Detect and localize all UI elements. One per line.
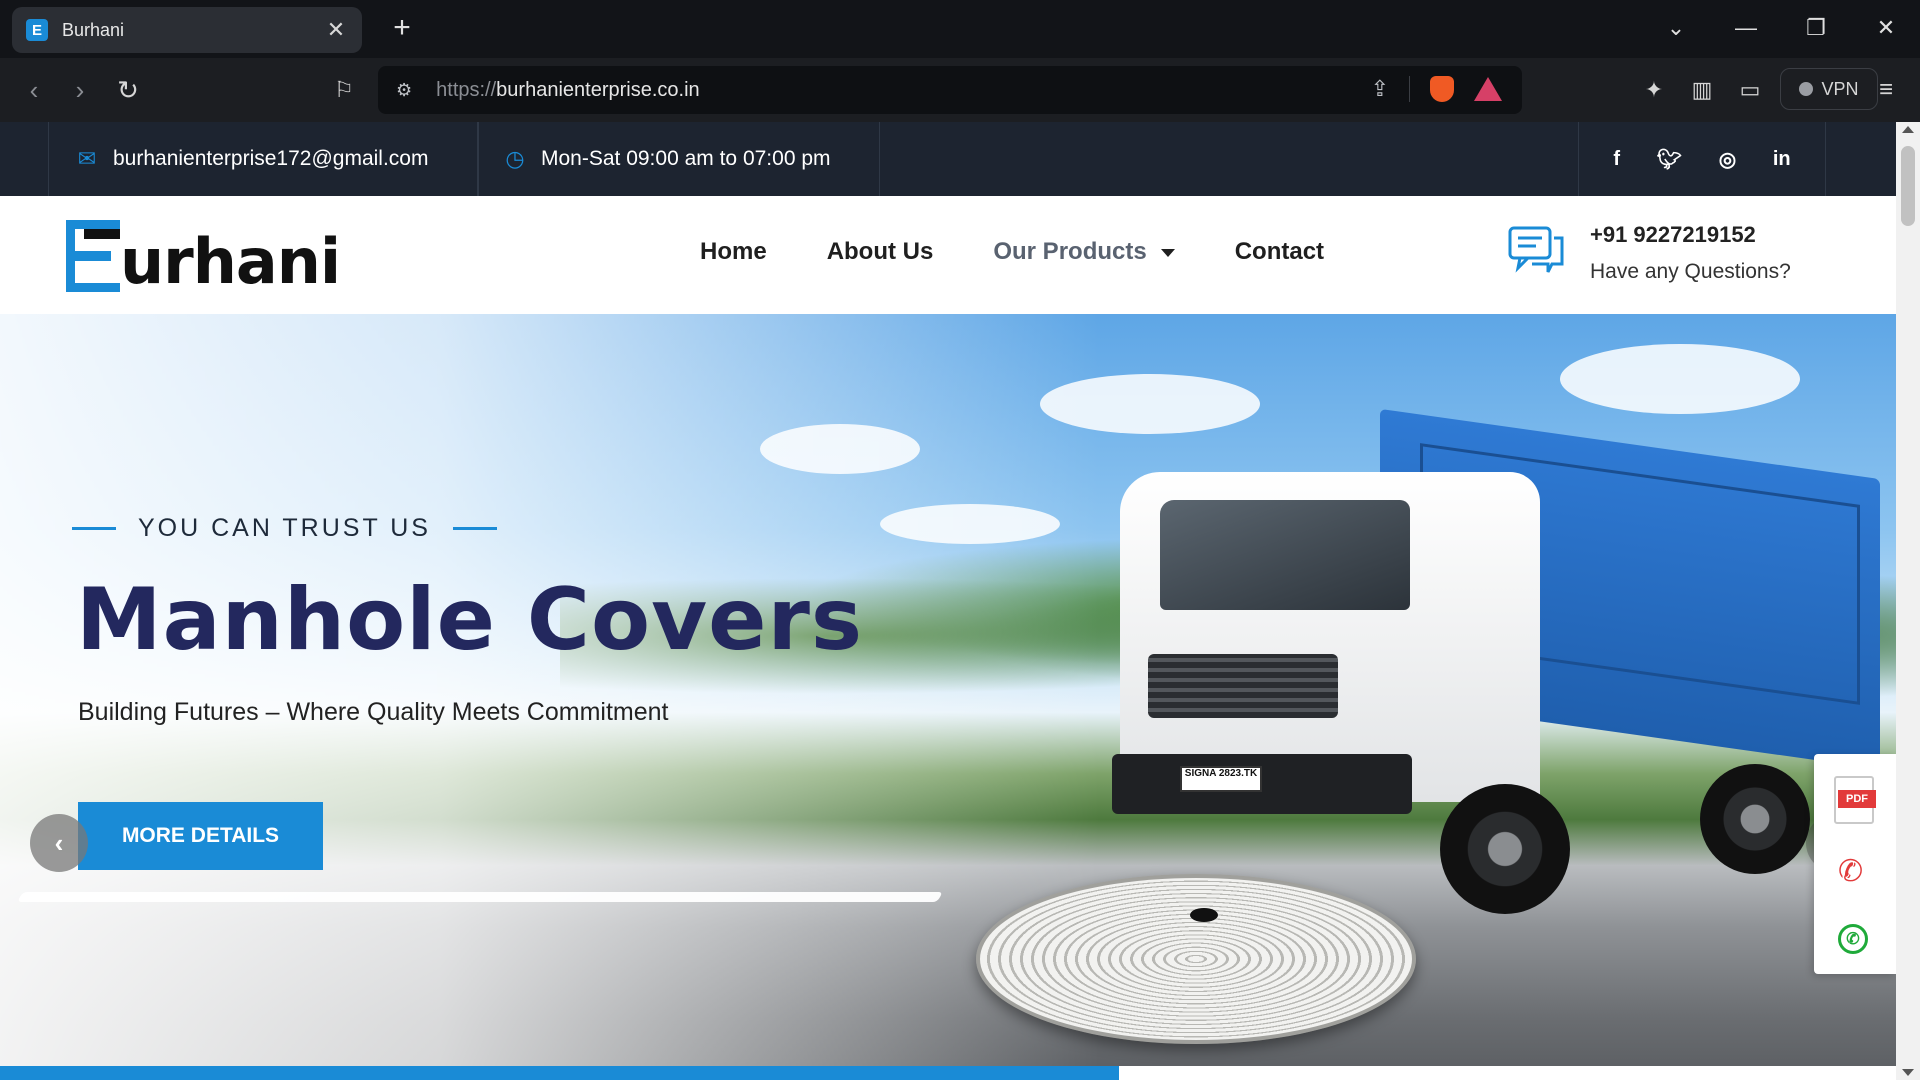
nav-contact[interactable]: Contact — [1235, 238, 1324, 266]
restore-icon[interactable]: ❐ — [1796, 8, 1836, 48]
header-phone[interactable]: +91 9227219152 — [1590, 222, 1756, 248]
truck-windshield — [1160, 500, 1410, 610]
vpn-button[interactable]: VPN — [1780, 68, 1878, 110]
main-nav: Home About Us Our Products Contact — [700, 238, 1324, 266]
truck-grille — [1148, 654, 1338, 718]
nav-our-products-label: Our Products — [993, 238, 1147, 265]
new-tab-icon[interactable]: + — [386, 13, 418, 45]
truck-bumper — [1112, 754, 1412, 814]
hours-text: Mon-Sat 09:00 am to 07:00 pm — [541, 147, 831, 170]
logo-mark-icon — [66, 220, 120, 292]
hero-overlay — [0, 314, 1100, 1080]
vpn-label: VPN — [1821, 78, 1859, 99]
pdf-label: PDF — [1838, 790, 1876, 808]
tab-search-chevron-icon[interactable]: ⌄ — [1656, 8, 1696, 48]
truck-wheel — [1700, 764, 1810, 874]
cloud-image — [1560, 344, 1800, 414]
slide-progress-bar — [0, 1066, 1896, 1080]
page-scrollbar[interactable] — [1896, 122, 1920, 1080]
chat-bubbles-icon — [1508, 226, 1564, 273]
brave-rewards-icon[interactable] — [1474, 77, 1502, 101]
sidebar-icon[interactable]: ▥ — [1684, 72, 1720, 108]
bookmark-icon[interactable]: ⚐ — [326, 72, 362, 108]
email-contact[interactable]: ✉ burhanienterprise172@gmail.com — [48, 122, 478, 196]
info-topbar: ✉ burhanienterprise172@gmail.com ◷ Mon-S… — [0, 122, 1896, 196]
more-details-button[interactable]: MORE DETAILS — [78, 802, 323, 870]
scroll-up-icon[interactable] — [1902, 126, 1914, 133]
manhole-keyhole — [1190, 908, 1218, 922]
chevron-down-icon — [1160, 248, 1175, 257]
url-host: burhanienterprise.co.in — [496, 78, 700, 101]
minimize-icon[interactable]: — — [1726, 8, 1766, 48]
site-header: urhani Home About Us Our Products Contac… — [0, 196, 1896, 314]
browser-tab-bar: E Burhani ✕ + ⌄ — ❐ ✕ — [0, 0, 1920, 58]
tab-title: Burhani — [62, 19, 125, 40]
hero-subtitle: Building Futures – Where Quality Meets C… — [78, 698, 669, 726]
nav-about-us[interactable]: About Us — [827, 238, 934, 266]
browser-toolbar: ‹ › ↻ ⚐ ⚙ https://burhanienterprise.co.i… — [0, 58, 1920, 122]
hero-title: Manhole Covers — [76, 570, 864, 670]
browser-tab[interactable]: E Burhani ✕ — [12, 7, 362, 53]
pdf-download-icon[interactable]: PDF — [1834, 776, 1876, 824]
linkedin-icon[interactable]: in — [1773, 148, 1791, 171]
hero-eyebrow: YOU CAN TRUST US — [72, 514, 497, 543]
eyebrow-line — [452, 527, 497, 530]
hero-slider: SIGNA 2823.TK YOU CAN TRUST US Manhole C… — [0, 314, 1896, 1080]
vpn-status-icon — [1799, 82, 1814, 96]
wallet-icon[interactable]: ▭ — [1732, 72, 1768, 108]
business-hours: ◷ Mon-Sat 09:00 am to 07:00 pm — [478, 122, 880, 196]
scroll-thumb[interactable] — [1901, 146, 1915, 226]
extensions-icon[interactable]: ✦ — [1636, 72, 1672, 108]
window-close-icon[interactable]: ✕ — [1866, 8, 1906, 48]
scroll-down-icon[interactable] — [1902, 1069, 1914, 1076]
truck-wheel — [1440, 784, 1570, 914]
header-phone-caption: Have any Questions? — [1590, 260, 1791, 283]
license-plate: SIGNA 2823.TK — [1180, 766, 1262, 792]
site-favicon-icon: E — [26, 19, 48, 41]
clock-icon: ◷ — [505, 146, 525, 171]
site-logo[interactable]: urhani — [66, 218, 341, 298]
nav-home[interactable]: Home — [700, 238, 767, 266]
floating-actions: PDF ✆ ✆ — [1814, 754, 1896, 974]
instagram-icon[interactable]: ◎ — [1719, 147, 1736, 172]
slider-prev-icon[interactable]: ‹ — [30, 814, 88, 872]
envelope-icon: ✉ — [77, 146, 97, 171]
whatsapp-icon[interactable]: ✆ — [1838, 924, 1868, 954]
road-marking — [17, 892, 943, 902]
nav-our-products[interactable]: Our Products — [993, 238, 1175, 266]
twitter-icon[interactable]: 🐦︎ — [1657, 147, 1682, 172]
address-bar[interactable]: ⚙ https://burhanienterprise.co.in ⇪ — [378, 66, 1522, 114]
share-icon[interactable]: ⇪ — [1371, 76, 1389, 102]
logo-text: urhani — [120, 225, 341, 298]
facebook-icon[interactable]: f — [1613, 148, 1620, 171]
social-links: f 🐦︎ ◎ in — [1578, 122, 1826, 196]
eyebrow-line — [72, 527, 116, 530]
site-settings-icon[interactable]: ⚙ — [396, 80, 412, 101]
back-icon[interactable]: ‹ — [16, 72, 52, 108]
divider — [1409, 76, 1410, 102]
eyebrow-text: YOU CAN TRUST US — [138, 514, 431, 542]
email-text: burhanienterprise172@gmail.com — [113, 147, 429, 170]
brave-shields-icon[interactable] — [1430, 76, 1454, 102]
manhole-cover-image — [976, 874, 1416, 1044]
page-viewport: ✉ burhanienterprise172@gmail.com ◷ Mon-S… — [0, 122, 1896, 1080]
reload-icon[interactable]: ↻ — [110, 72, 146, 108]
menu-icon[interactable]: ≡ — [1868, 72, 1904, 108]
slide-progress-fill — [0, 1066, 1119, 1080]
phone-call-icon[interactable]: ✆ — [1838, 854, 1863, 889]
forward-icon[interactable]: › — [62, 72, 98, 108]
url-protocol: https:// — [436, 78, 497, 101]
tab-close-icon[interactable]: ✕ — [324, 17, 348, 43]
